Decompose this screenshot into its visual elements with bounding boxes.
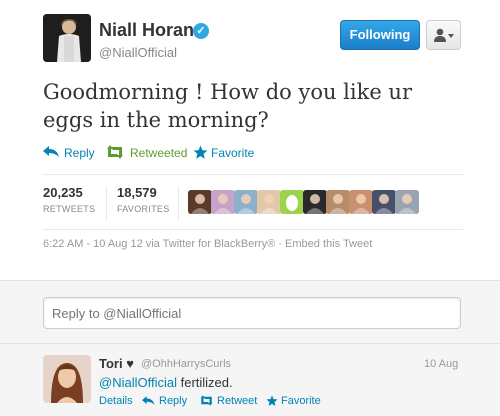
favoriter-avatar[interactable] xyxy=(234,190,258,214)
stat-divider xyxy=(106,186,107,220)
retweet-icon xyxy=(107,145,123,159)
tweet-timestamp-and-source[interactable]: 6:22 AM - 10 Aug 12 via Twitter for Blac… xyxy=(43,238,372,250)
reply-icon xyxy=(142,396,155,405)
reply-box-area xyxy=(0,280,500,344)
default-egg-avatar-icon[interactable] xyxy=(280,190,304,214)
retweets-stat[interactable]: 20,235 RETWEETS xyxy=(43,185,95,214)
reply-input[interactable] xyxy=(43,297,461,329)
tweet: Niall Horan ✓ @NiallOfficial Following G… xyxy=(0,0,500,278)
reply-label: Reply xyxy=(159,395,188,407)
user-dropdown-icon xyxy=(434,28,454,42)
favorites-label: FAVORITES xyxy=(117,204,170,214)
favoriter-avatar[interactable] xyxy=(211,190,235,214)
reply-text: @NiallOfficial fertilized. xyxy=(99,375,233,390)
reply-author-name[interactable]: Tori ♥ xyxy=(99,356,134,371)
favorites-count: 18,579 xyxy=(117,185,157,200)
stat-divider xyxy=(178,186,179,220)
author-username[interactable]: @NiallOfficial xyxy=(99,45,177,60)
reply-label: Reply xyxy=(64,146,95,160)
favorite-label: Favorite xyxy=(211,146,255,160)
star-icon xyxy=(266,395,278,407)
author-full-name[interactable]: Niall Horan xyxy=(99,20,194,41)
favorites-stat[interactable]: 18,579 FAVORITES xyxy=(117,185,170,214)
retweeted-label: Retweeted xyxy=(130,146,188,160)
reply-tweet: Tori ♥ @OhhHarrysCurls 10 Aug @NiallOffi… xyxy=(0,344,500,416)
reply-author-avatar[interactable] xyxy=(43,355,91,403)
favoriter-avatar[interactable] xyxy=(395,190,419,214)
following-button[interactable]: Following xyxy=(340,20,420,50)
divider xyxy=(43,174,463,175)
reply-mention-link[interactable]: @NiallOfficial xyxy=(99,375,177,390)
verified-badge-icon: ✓ xyxy=(193,23,209,39)
favoriter-avatar[interactable] xyxy=(188,190,212,214)
favoriter-avatar[interactable] xyxy=(303,190,327,214)
star-icon xyxy=(193,145,208,159)
retweet-label: Retweet xyxy=(217,395,258,407)
retweets-label: RETWEETS xyxy=(43,204,96,214)
favoriter-avatar[interactable] xyxy=(349,190,373,214)
favoriter-avatar[interactable] xyxy=(326,190,350,214)
favoriter-avatar[interactable] xyxy=(372,190,396,214)
favoriter-avatar[interactable] xyxy=(257,190,281,214)
user-actions-dropdown[interactable] xyxy=(426,20,461,50)
reply-text-body: fertilized. xyxy=(176,375,233,390)
details-label: Details xyxy=(99,395,133,407)
divider xyxy=(43,229,463,230)
favorite-label: Favorite xyxy=(281,395,321,407)
tweet-text: Goodmorning ! How do you like ur eggs in… xyxy=(43,80,412,132)
reply-icon xyxy=(43,146,59,157)
retweets-count: 20,235 xyxy=(43,185,83,200)
reply-author-handle[interactable]: @OhhHarrysCurls xyxy=(141,358,231,370)
retweet-icon xyxy=(200,395,213,406)
reply-timestamp[interactable]: 10 Aug xyxy=(424,358,458,370)
author-avatar[interactable] xyxy=(43,14,91,62)
